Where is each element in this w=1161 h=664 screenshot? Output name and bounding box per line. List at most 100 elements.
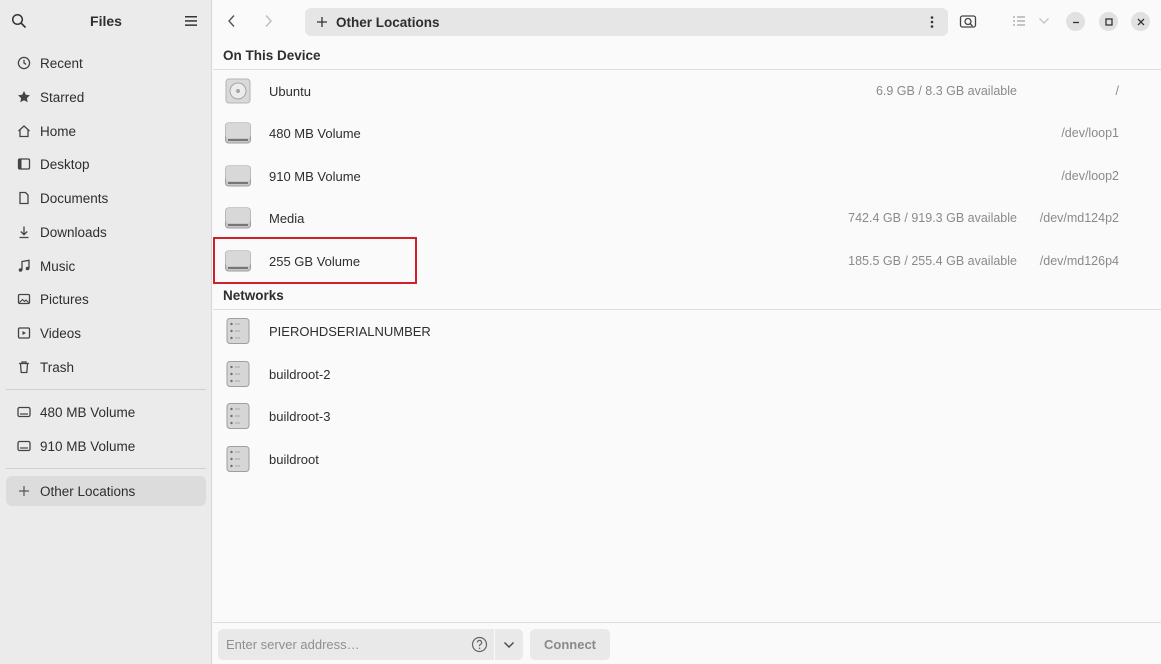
chevron-down-icon	[503, 637, 515, 652]
connect-button[interactable]: Connect	[530, 629, 610, 660]
sidebar-item-label: Documents	[40, 190, 109, 206]
sidebar-item-label: Recent	[40, 55, 83, 71]
sidebar-item-label: Other Locations	[40, 483, 136, 499]
sidebar-item-910mb-volume[interactable]: 910 MB Volume	[6, 431, 206, 461]
downloads-icon	[16, 224, 32, 240]
disc-icon	[225, 78, 251, 104]
sidebar-item-trash[interactable]: Trash	[6, 352, 206, 382]
device-path: /dev/loop1	[1061, 126, 1119, 140]
network-row[interactable]: PIEROHDSERIALNUMBER	[213, 310, 1161, 352]
sidebar-item-label: 910 MB Volume	[40, 438, 136, 454]
device-path: /dev/md126p4	[1039, 254, 1119, 268]
sidebar-item-desktop[interactable]: Desktop	[6, 149, 206, 179]
drive-icon	[225, 120, 251, 146]
sidebar-item-label: Home	[40, 123, 77, 139]
drive-icon	[16, 438, 32, 454]
sidebar-divider	[6, 389, 206, 390]
sidebar-item-music[interactable]: Music	[6, 251, 206, 281]
footer-bar: Enter server address… Connect	[213, 622, 1161, 664]
forward-button[interactable]	[258, 11, 278, 31]
sidebar-item-label: 480 MB Volume	[40, 404, 136, 420]
app-title: Files	[90, 13, 122, 29]
desktop-icon	[16, 156, 32, 172]
network-name: PIEROHDSERIALNUMBER	[269, 324, 431, 339]
section-title-on-this-device: On This Device	[223, 48, 321, 63]
device-row-910mb-volume[interactable]: 910 MB Volume /dev/loop2	[213, 155, 1161, 197]
sidebar-item-pictures[interactable]: Pictures	[6, 284, 206, 314]
server-icon	[225, 446, 251, 472]
locations-view: On This Device Ubuntu 6.9 GB / 8.3 GB av…	[213, 42, 1161, 622]
sidebar-divider	[6, 468, 206, 469]
server-icon	[225, 403, 251, 429]
device-row-media[interactable]: Media 742.4 GB / 919.3 GB available /dev…	[213, 197, 1161, 239]
drive-icon	[16, 404, 32, 420]
device-row-ubuntu[interactable]: Ubuntu 6.9 GB / 8.3 GB available /	[213, 70, 1161, 112]
network-name: buildroot-2	[269, 367, 331, 382]
sidebar-item-starred[interactable]: Starred	[6, 82, 206, 112]
sidebar-item-label: Desktop	[40, 156, 90, 172]
device-name: 480 MB Volume	[269, 126, 361, 141]
network-row[interactable]: buildroot-3	[213, 395, 1161, 437]
help-icon[interactable]	[471, 636, 488, 653]
sidebar-item-label: Starred	[40, 89, 85, 105]
sidebar-item-home[interactable]: Home	[6, 116, 206, 146]
network-name: buildroot	[269, 452, 319, 467]
sidebar-item-label: Videos	[40, 325, 82, 341]
star-icon	[16, 89, 32, 105]
server-address-placeholder: Enter server address…	[226, 637, 360, 652]
drive-icon	[225, 163, 251, 189]
sidebar-item-documents[interactable]: Documents	[6, 183, 206, 213]
device-row-480mb-volume[interactable]: 480 MB Volume /dev/loop1	[213, 112, 1161, 154]
sidebar-item-other-locations[interactable]: Other Locations	[6, 476, 206, 506]
recent-servers-dropdown[interactable]	[495, 629, 523, 660]
server-icon	[225, 361, 251, 387]
back-button[interactable]	[222, 11, 242, 31]
plus-icon	[16, 483, 32, 499]
sidebar-item-label: Music	[40, 258, 76, 274]
network-name: buildroot-3	[269, 409, 331, 424]
hamburger-menu-icon[interactable]	[184, 14, 198, 28]
videos-icon	[16, 325, 32, 341]
device-name: 910 MB Volume	[269, 169, 361, 184]
home-icon	[16, 123, 32, 139]
trash-icon	[16, 359, 32, 375]
network-row[interactable]: buildroot	[213, 438, 1161, 480]
device-path: /	[1115, 84, 1119, 98]
sidebar-item-480mb-volume[interactable]: 480 MB Volume	[6, 397, 206, 427]
highlight-box	[213, 237, 417, 284]
sidebar-item-recent[interactable]: Recent	[6, 48, 206, 78]
sidebar-item-label: Trash	[40, 359, 75, 375]
search-folder-icon[interactable]	[958, 11, 978, 31]
device-availability: 185.5 GB / 255.4 GB available	[848, 254, 1017, 268]
location-bar[interactable]: Other Locations	[305, 8, 948, 36]
sidebar-item-label: Downloads	[40, 224, 107, 240]
drive-icon	[225, 205, 251, 231]
device-availability: 742.4 GB / 919.3 GB available	[848, 211, 1017, 225]
location-label: Other Locations	[336, 14, 440, 30]
music-icon	[16, 258, 32, 274]
device-name: Ubuntu	[269, 84, 311, 99]
more-options-icon[interactable]	[926, 15, 938, 29]
pictures-icon	[16, 291, 32, 307]
section-title-networks: Networks	[223, 288, 284, 303]
documents-icon	[16, 190, 32, 206]
chevron-down-icon[interactable]	[1034, 11, 1054, 31]
sidebar-item-videos[interactable]: Videos	[6, 318, 206, 348]
maximize-button[interactable]	[1099, 12, 1118, 31]
list-view-icon[interactable]	[1009, 11, 1029, 31]
device-name: Media	[269, 211, 305, 226]
network-row[interactable]: buildroot-2	[213, 353, 1161, 395]
server-icon	[225, 318, 251, 344]
device-availability: 6.9 GB / 8.3 GB available	[875, 84, 1017, 98]
device-path: /dev/loop2	[1061, 169, 1119, 183]
header-bar: Other Locations	[213, 0, 1161, 42]
sidebar: Files Recent Starred Home Desktop Docume…	[0, 0, 212, 664]
sidebar-item-downloads[interactable]: Downloads	[6, 217, 206, 247]
minimize-button[interactable]	[1066, 12, 1085, 31]
clock-icon	[16, 55, 32, 71]
close-button[interactable]	[1131, 12, 1150, 31]
plus-icon	[316, 16, 328, 28]
sidebar-item-label: Pictures	[40, 291, 89, 307]
device-path: /dev/md124p2	[1039, 211, 1119, 225]
server-address-field[interactable]: Enter server address…	[218, 629, 494, 660]
